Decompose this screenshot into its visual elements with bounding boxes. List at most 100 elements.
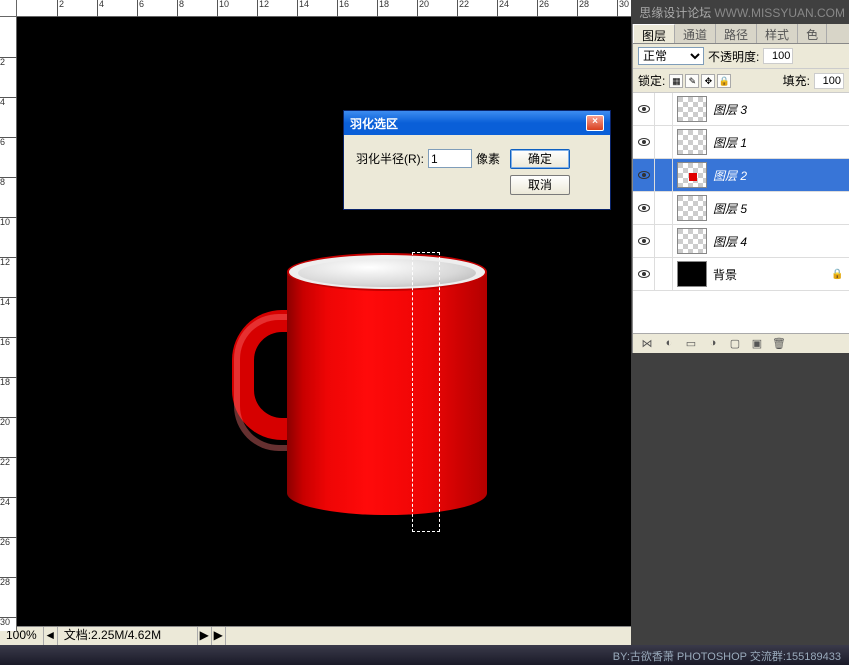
layer-item[interactable]: 图层 5 <box>633 192 849 225</box>
link-col[interactable] <box>655 126 673 159</box>
layer-item[interactable]: 图层 3 <box>633 93 849 126</box>
layer-thumbnail[interactable] <box>677 162 707 188</box>
link-col[interactable] <box>655 159 673 192</box>
layer-item[interactable]: 背景🔒 <box>633 258 849 291</box>
layer-mask-icon[interactable]: ▭ <box>683 337 699 351</box>
tab-通道[interactable]: 通道 <box>675 24 716 43</box>
credit-bar: BY:古欲香萧 PHOTOSHOP 交流群:155189433 <box>0 645 849 665</box>
ok-button[interactable]: 确定 <box>510 149 570 169</box>
feather-radius-input[interactable] <box>428 149 472 168</box>
selection-marquee[interactable] <box>412 252 440 532</box>
new-layer-icon[interactable]: ▣ <box>749 337 765 351</box>
tab-色[interactable]: 色 <box>798 24 827 43</box>
ruler-tick: 22 <box>457 0 469 17</box>
blend-mode-select[interactable]: 正常 <box>638 47 704 65</box>
ruler-tick: 4 <box>0 97 17 107</box>
layer-thumbnail[interactable] <box>677 129 707 155</box>
visibility-toggle[interactable] <box>633 159 655 192</box>
status-next-icon[interactable]: ▶ <box>212 627 226 646</box>
visibility-toggle[interactable] <box>633 225 655 258</box>
ruler-tick: 10 <box>217 0 229 17</box>
mug-body <box>287 265 487 515</box>
layer-name[interactable]: 图层 5 <box>711 200 849 217</box>
ruler-tick: 14 <box>0 297 17 307</box>
eye-icon <box>638 237 650 245</box>
lock-icon: 🔒 <box>831 269 843 280</box>
tab-图层[interactable]: 图层 <box>633 24 675 43</box>
ruler-tick: 2 <box>57 0 64 17</box>
ruler-horizontal[interactable]: 24681012141618202224262830 <box>17 0 631 17</box>
panel-footer: ⋈ ◐ ▭ ◑ ▢ ▣ 🗑 <box>633 333 849 353</box>
dialog-titlebar[interactable]: 羽化选区 × <box>344 111 610 135</box>
lock-paint-icon[interactable]: ✎ <box>685 74 699 88</box>
visibility-toggle[interactable] <box>633 192 655 225</box>
layer-list: 图层 3 图层 1 图层 2 图层 5 图层 4 背景🔒 <box>633 93 849 333</box>
delete-layer-icon[interactable]: 🗑 <box>771 337 787 351</box>
lock-all-icon[interactable]: 🔒 <box>717 74 731 88</box>
cancel-button[interactable]: 取消 <box>510 175 570 195</box>
link-layers-icon[interactable]: ⋈ <box>639 337 655 351</box>
eye-icon <box>638 270 650 278</box>
layer-style-icon[interactable]: ◐ <box>661 337 677 351</box>
status-prev-icon[interactable]: ◄ <box>44 627 58 646</box>
lock-position-icon[interactable]: ✥ <box>701 74 715 88</box>
fill-label: 填充: <box>783 72 810 89</box>
ruler-vertical[interactable]: 24681012141618202224262830 <box>0 17 17 631</box>
link-col[interactable] <box>655 93 673 126</box>
dialog-title: 羽化选区 <box>350 115 398 132</box>
layer-name[interactable]: 图层 4 <box>711 233 849 250</box>
layer-thumbnail[interactable] <box>677 228 707 254</box>
fill-value[interactable]: 100 <box>814 73 844 89</box>
link-col[interactable] <box>655 192 673 225</box>
lock-icons: ▦ ✎ ✥ 🔒 <box>669 74 731 88</box>
layer-item[interactable]: 图层 2 <box>633 159 849 192</box>
opacity-value[interactable]: 100 <box>763 48 793 64</box>
feather-dialog: 羽化选区 × 羽化半径(R): 像素 确定 取消 <box>343 110 611 210</box>
tab-样式[interactable]: 样式 <box>757 24 798 43</box>
layer-name[interactable]: 背景 <box>711 266 831 283</box>
tab-路径[interactable]: 路径 <box>716 24 757 43</box>
ruler-tick: 22 <box>0 457 17 467</box>
layer-name[interactable]: 图层 1 <box>711 134 849 151</box>
layer-item[interactable]: 图层 4 <box>633 225 849 258</box>
link-col[interactable] <box>655 258 673 291</box>
visibility-toggle[interactable] <box>633 93 655 126</box>
layer-thumbnail[interactable] <box>677 195 707 221</box>
lock-transparency-icon[interactable]: ▦ <box>669 74 683 88</box>
eye-icon <box>638 105 650 113</box>
layer-item[interactable]: 图层 1 <box>633 126 849 159</box>
ruler-tick: 18 <box>0 377 17 387</box>
ruler-tick: 16 <box>337 0 349 17</box>
ruler-tick: 28 <box>0 577 17 587</box>
doc-size: 文档:2.25M/4.62M <box>58 627 198 646</box>
ruler-tick: 16 <box>0 337 17 347</box>
visibility-toggle[interactable] <box>633 126 655 159</box>
ruler-tick: 26 <box>0 537 17 547</box>
ruler-tick: 6 <box>0 137 17 147</box>
feather-unit: 像素 <box>476 150 500 167</box>
layer-thumbnail[interactable] <box>677 96 707 122</box>
ruler-tick: 6 <box>137 0 144 17</box>
status-menu-icon[interactable]: ▶ <box>198 627 212 646</box>
close-icon[interactable]: × <box>586 115 604 131</box>
adjustment-layer-icon[interactable]: ◑ <box>705 337 721 351</box>
ruler-tick: 8 <box>0 177 17 187</box>
layer-name[interactable]: 图层 3 <box>711 101 849 118</box>
eye-icon <box>638 204 650 212</box>
visibility-toggle[interactable] <box>633 258 655 291</box>
mug-inner <box>298 259 476 287</box>
feather-radius-label: 羽化半径(R): <box>356 150 424 167</box>
ruler-tick: 8 <box>177 0 184 17</box>
ruler-tick: 10 <box>0 217 17 227</box>
ruler-tick: 30 <box>617 0 629 17</box>
ruler-tick: 14 <box>297 0 309 17</box>
ruler-tick: 12 <box>0 257 17 267</box>
ruler-tick: 26 <box>537 0 549 17</box>
ruler-tick: 30 <box>0 617 17 627</box>
layer-name[interactable]: 图层 2 <box>711 167 849 184</box>
layer-thumbnail[interactable] <box>677 261 707 287</box>
ruler-tick: 20 <box>0 417 17 427</box>
new-group-icon[interactable]: ▢ <box>727 337 743 351</box>
ruler-tick: 12 <box>257 0 269 17</box>
link-col[interactable] <box>655 225 673 258</box>
